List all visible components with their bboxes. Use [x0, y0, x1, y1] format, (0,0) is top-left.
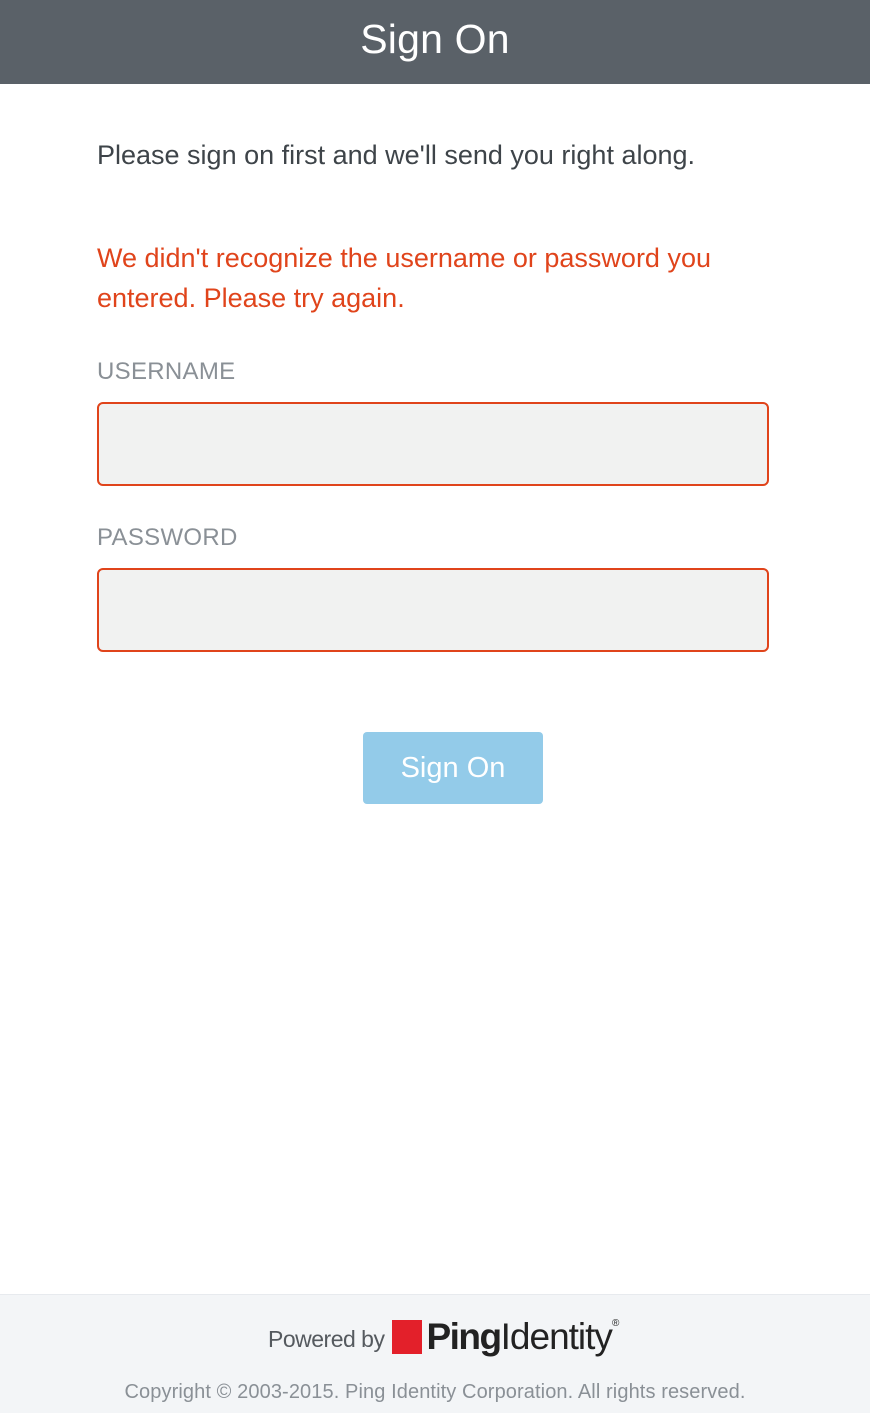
- password-label: PASSWORD: [97, 524, 238, 551]
- intro-text: Please sign on first and we'll send you …: [97, 140, 696, 170]
- username-label: USERNAME: [97, 358, 236, 385]
- page-header: Sign On: [0, 0, 870, 84]
- logo-ping-word: Ping: [426, 1316, 502, 1357]
- error-message: We didn't recognize the username or pass…: [97, 243, 711, 313]
- ping-logo-icon: [392, 1320, 423, 1354]
- page-title: Sign On: [360, 15, 510, 62]
- ping-identity-logo: Ping Identity ®: [392, 1316, 619, 1358]
- powered-by-text: Powered by: [268, 1325, 385, 1352]
- copyright-text: Copyright © 2003-2015. Ping Identity Cor…: [124, 1381, 746, 1403]
- username-input[interactable]: [97, 402, 769, 486]
- logo-identity-word: Identity: [500, 1316, 613, 1357]
- page-footer: Powered by Ping Identity ® Copyright © 2…: [0, 1294, 870, 1413]
- sign-on-page: Sign On Please sign on first and we'll s…: [0, 0, 870, 1413]
- powered-by-ping: Powered by Ping Identity ®: [268, 1316, 619, 1358]
- sign-on-button[interactable]: Sign On: [363, 732, 543, 804]
- password-input[interactable]: [97, 568, 769, 652]
- registered-mark: ®: [611, 1318, 620, 1329]
